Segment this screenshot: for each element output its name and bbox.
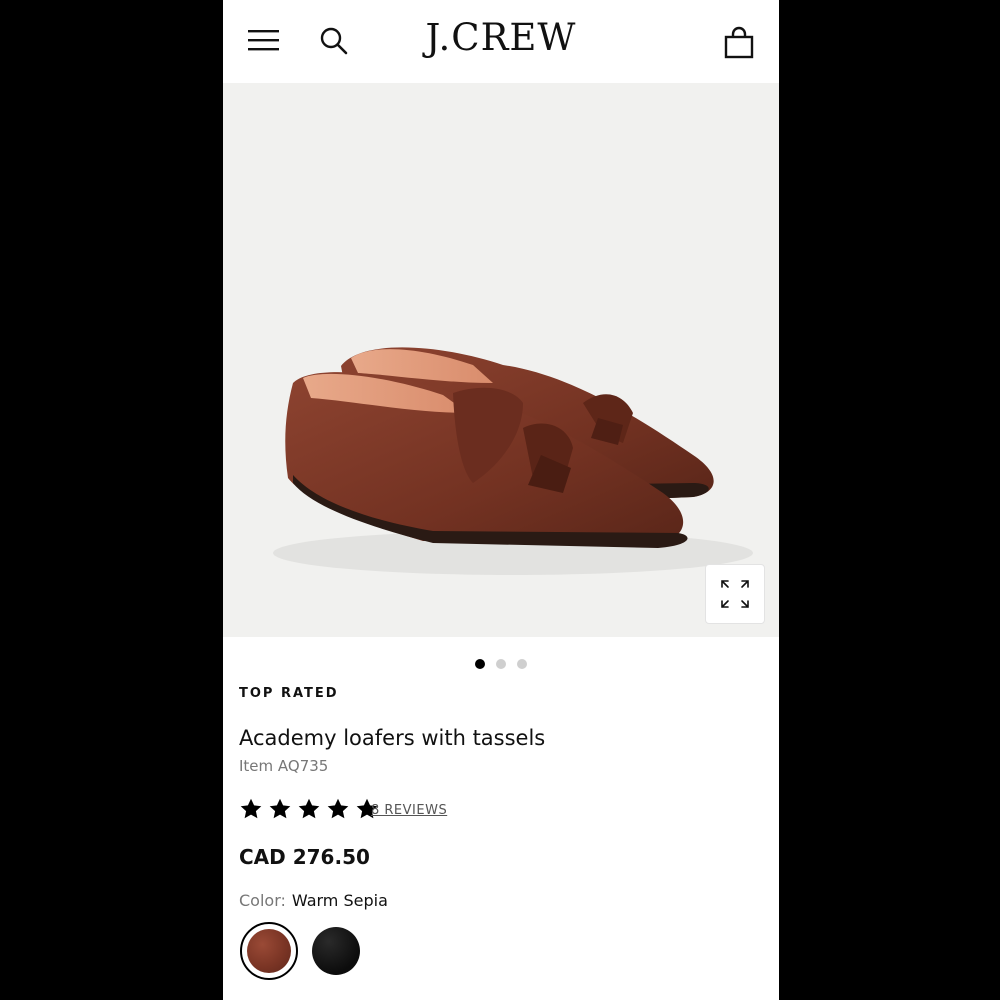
star-icon bbox=[240, 798, 262, 819]
rating-stars[interactable] bbox=[239, 797, 379, 823]
carousel-dot-2[interactable] bbox=[496, 659, 506, 669]
color-label: Color: bbox=[239, 891, 286, 910]
brand-logo[interactable]: J.CREW bbox=[223, 16, 779, 59]
swatch-warm-sepia-fill bbox=[247, 929, 291, 973]
product-image bbox=[273, 347, 753, 575]
star-icon bbox=[298, 798, 320, 819]
product-title: Academy loafers with tassels bbox=[239, 726, 546, 750]
swatch-warm-sepia[interactable] bbox=[240, 922, 298, 980]
product-image-gallery[interactable] bbox=[223, 83, 779, 637]
site-header: J.CREW bbox=[223, 0, 779, 83]
swatch-black[interactable] bbox=[312, 927, 360, 975]
carousel-dot-3[interactable] bbox=[517, 659, 528, 669]
top-rated-badge: TOP RATED bbox=[239, 686, 339, 701]
shopping-bag-icon[interactable] bbox=[722, 26, 756, 60]
carousel-dot-1[interactable] bbox=[474, 659, 485, 669]
item-number: Item AQ735 bbox=[239, 757, 329, 775]
color-selection: Color: Warm Sepia bbox=[239, 891, 388, 910]
product-price: CAD 276.50 bbox=[239, 845, 370, 869]
color-value: Warm Sepia bbox=[291, 891, 388, 910]
star-icon bbox=[269, 798, 291, 819]
reviews-link[interactable]: 8 REVIEWS bbox=[371, 803, 447, 818]
product-page: J.CREW TOP RATED Academy loafers with ta… bbox=[223, 0, 779, 1000]
star-icon bbox=[327, 798, 349, 819]
carousel-dots bbox=[223, 654, 779, 669]
expand-icon[interactable] bbox=[705, 564, 765, 624]
